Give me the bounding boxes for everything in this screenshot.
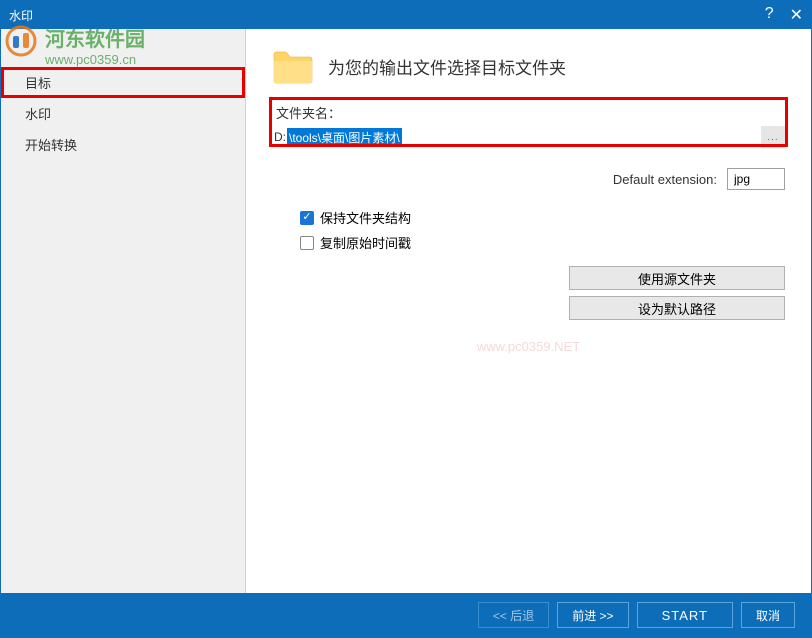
folder-path-row: D: \tools\桌面\图片素材\ ...	[272, 126, 785, 148]
checkbox-copy-timestamp[interactable]: 复制原始时间戳	[300, 233, 785, 252]
checkbox-icon: ✓	[300, 211, 314, 225]
cancel-button[interactable]: 取消	[741, 602, 795, 628]
folder-field-group: 文件夹名： D: \tools\桌面\图片素材\ ...	[272, 103, 785, 148]
faint-watermark: www.pc0359.NET	[477, 339, 580, 354]
checkbox-label: 保持文件夹结构	[320, 208, 411, 227]
extension-row: Default extension:	[272, 168, 785, 190]
action-buttons: 使用源文件夹 设为默认路径	[272, 266, 785, 320]
close-button[interactable]: ✕	[790, 5, 803, 25]
sidebar-item-label: 开始转换	[25, 138, 77, 153]
sidebar-item-label: 目标	[25, 76, 51, 91]
sidebar-item-watermark[interactable]: 水印	[1, 98, 245, 129]
sidebar: 目标 水印 开始转换	[1, 29, 246, 593]
start-button[interactable]: START	[637, 602, 733, 628]
sidebar-item-start-convert[interactable]: 开始转换	[1, 129, 245, 160]
sidebar-item-label: 水印	[25, 107, 51, 122]
titlebar: 水印 ? ✕	[1, 1, 811, 29]
titlebar-buttons: ? ✕	[765, 5, 803, 25]
main-header: 为您的输出文件选择目标文件夹	[272, 45, 785, 87]
folder-path-input[interactable]: D: \tools\桌面\图片素材\	[272, 126, 761, 148]
main-panel: 为您的输出文件选择目标文件夹 文件夹名： D: \tools\桌面\图片素材\ …	[246, 29, 811, 593]
window-title: 水印	[9, 7, 765, 24]
checkbox-keep-structure[interactable]: ✓ 保持文件夹结构	[300, 208, 785, 227]
sidebar-item-target[interactable]: 目标	[1, 67, 245, 98]
checkbox-group: ✓ 保持文件夹结构 复制原始时间戳	[272, 208, 785, 252]
path-selected-text: \tools\桌面\图片素材\	[287, 128, 402, 147]
extension-label: Default extension:	[613, 172, 717, 187]
help-button[interactable]: ?	[765, 5, 774, 25]
folder-icon	[272, 45, 314, 87]
path-prefix: D:	[274, 130, 287, 144]
back-button[interactable]: << 后退	[478, 602, 549, 628]
set-default-path-button[interactable]: 设为默认路径	[569, 296, 785, 320]
page-title: 为您的输出文件选择目标文件夹	[328, 54, 566, 79]
checkbox-label: 复制原始时间戳	[320, 233, 411, 252]
browse-button[interactable]: ...	[761, 126, 785, 148]
footer: << 后退 前进 >> START 取消	[1, 593, 811, 637]
use-source-folder-button[interactable]: 使用源文件夹	[569, 266, 785, 290]
content: 河东软件园 www.pc0359.cn 目标 水印 开始转换 为您的输出文件选择…	[1, 29, 811, 593]
forward-button[interactable]: 前进 >>	[557, 602, 628, 628]
folder-label: 文件夹名：	[272, 103, 785, 122]
extension-input[interactable]	[727, 168, 785, 190]
checkbox-icon	[300, 236, 314, 250]
